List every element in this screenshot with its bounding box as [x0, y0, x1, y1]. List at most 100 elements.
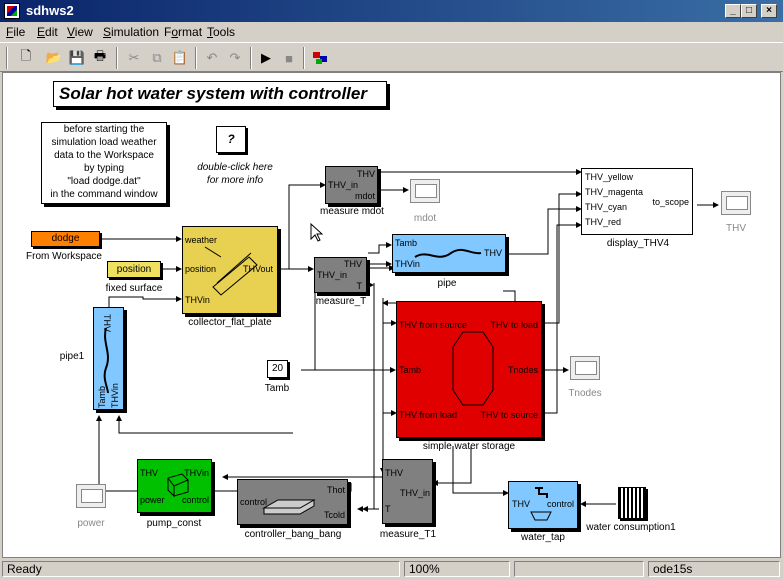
port-label: THV_magenta	[585, 187, 644, 197]
stop-simulation-icon[interactable]: ■	[279, 48, 299, 68]
tnodes-scope-label: Tnodes	[568, 388, 602, 399]
thv-scope-label: THV	[726, 223, 746, 234]
port-label: THV_cyan	[585, 202, 628, 212]
library-browser-icon[interactable]	[310, 48, 330, 68]
undo-icon[interactable]: ↶	[202, 48, 222, 68]
collector-label: collector_flat_plate	[188, 317, 272, 328]
start-simulation-icon[interactable]: ▶	[256, 48, 276, 68]
water-tap-block[interactable]: THV control	[508, 481, 578, 529]
measure-t1-block[interactable]: THV THV_in T	[382, 459, 433, 524]
measure-t-label: measure_T	[315, 296, 367, 307]
title-bar: sdhws2 _ □ ×	[0, 0, 783, 22]
port-label: T	[356, 281, 363, 291]
minimize-button[interactable]: _	[725, 4, 741, 18]
controller-icon	[262, 499, 316, 515]
close-button[interactable]: ×	[761, 4, 777, 18]
new-icon[interactable]: 🗋	[16, 48, 36, 68]
pipe1-block[interactable]: THV Tamb THVin	[93, 307, 124, 410]
tamb-label: Tamb	[264, 383, 290, 394]
redo-icon[interactable]: ↷	[225, 48, 245, 68]
pump-label: pump_const	[146, 518, 202, 529]
note-line: by typing	[83, 163, 125, 174]
status-bar: Ready 100% ode15s	[0, 559, 783, 580]
thv-scope[interactable]	[721, 191, 751, 215]
toolbar-separator	[195, 47, 197, 69]
port-label: THV_in	[328, 180, 359, 190]
water-consumption-block[interactable]	[618, 487, 646, 519]
collector-flat-plate-block[interactable]: weather position THVin THVout	[182, 226, 278, 314]
simulink-icon	[4, 3, 20, 19]
pipe-icon	[414, 248, 482, 258]
menu-bar: File Edit View Simulation Format Tools	[0, 22, 783, 42]
controller-label: controller_bang_bang	[244, 529, 342, 540]
note-line: in the command window	[50, 189, 158, 200]
port-label: mdot	[354, 191, 375, 201]
info-block[interactable]: ?	[216, 126, 246, 153]
menu-tools[interactable]: Tools	[207, 25, 235, 39]
port-label: THV	[357, 169, 375, 179]
pipe-icon	[103, 327, 109, 394]
toolbar-separator	[116, 47, 118, 69]
menu-view[interactable]: View	[67, 25, 93, 39]
display-thv4-label: display_THV4	[606, 238, 670, 249]
tamb-constant-block[interactable]: 20	[267, 360, 288, 378]
note-line: data to the Workspace	[54, 150, 154, 161]
mouse-cursor-icon	[310, 223, 324, 242]
print-icon[interactable]: 🖶	[90, 48, 110, 68]
pipe-block[interactable]: Tamb THVin THV	[392, 234, 506, 273]
port-label: T	[385, 504, 391, 514]
water-consumption-label: water consumption1	[586, 522, 676, 533]
cut-icon[interactable]: ✂	[124, 48, 144, 68]
from-workspace-block[interactable]: dodge	[31, 231, 100, 247]
menu-simulation[interactable]: Simulation	[103, 25, 159, 39]
measure-t-block[interactable]: THV THV_in T	[314, 257, 367, 293]
maximize-button[interactable]: □	[741, 4, 757, 18]
menu-format[interactable]: Format	[164, 25, 202, 39]
copy-icon[interactable]: ⧉	[147, 48, 167, 68]
fixed-surface-label: fixed surface	[105, 283, 163, 294]
port-label: to_scope	[652, 197, 689, 207]
solver-name: ode15s	[648, 561, 780, 577]
toolbar: 🗋 📂 💾 🖶 ✂ ⧉ 📋 ↶ ↷ ▶ ■	[0, 42, 783, 72]
info-text: double-click here	[197, 162, 273, 173]
info-text: for more info	[206, 175, 264, 186]
note-line: "load dodge.dat"	[67, 176, 141, 187]
save-icon[interactable]: 💾	[67, 48, 87, 68]
menu-edit[interactable]: Edit	[37, 25, 58, 39]
measure-mdot-block[interactable]: THV THV_in mdot	[325, 166, 378, 204]
status-empty	[514, 561, 644, 577]
paste-icon[interactable]: 📋	[170, 48, 190, 68]
tnodes-scope[interactable]	[570, 356, 600, 380]
tap-icon	[530, 487, 552, 521]
mdot-scope[interactable]	[410, 179, 440, 203]
port-label: THV	[385, 468, 403, 478]
diagram-title[interactable]: Solar hot water system with controller	[53, 81, 387, 107]
collector-icon	[204, 246, 258, 296]
power-scope-label: power	[77, 518, 105, 529]
power-scope[interactable]	[76, 484, 106, 508]
note-line: simulation load weather	[51, 137, 157, 148]
port-label: THV_in	[399, 488, 430, 498]
open-icon[interactable]: 📂	[44, 48, 64, 68]
port-label: THV_yellow	[585, 172, 634, 182]
controller-bang-bang-block[interactable]: control Thot Tcold	[237, 479, 348, 525]
menu-file[interactable]: File	[6, 25, 25, 39]
model-canvas[interactable]: Solar hot water system with controller b…	[2, 72, 781, 558]
note-line: before starting the	[63, 124, 145, 135]
port-label: THV_in	[317, 270, 348, 280]
port-label: THV_red	[585, 217, 622, 227]
tank-icon	[452, 331, 494, 406]
fixed-surface-block[interactable]: position	[107, 261, 161, 278]
water-tap-label: water_tap	[521, 532, 565, 543]
simple-water-storage-block[interactable]: THV from source THV to load Tamb Tnodes …	[396, 301, 542, 438]
storage-label: simple water storage	[422, 441, 516, 452]
measure-t1-label: measure_T1	[379, 529, 437, 540]
toolbar-separator	[250, 47, 252, 69]
pipe1-label: pipe1	[59, 351, 85, 362]
note-text-block[interactable]: before starting the simulation load weat…	[41, 122, 167, 204]
toolbar-separator	[303, 47, 305, 69]
pipe-label: pipe	[437, 278, 457, 289]
pump-const-block[interactable]: THV THVin power control	[137, 459, 212, 513]
window-title: sdhws2	[26, 3, 74, 18]
display-thv4-block[interactable]: THV_yellow THV_magenta THV_cyan THV_red …	[581, 168, 693, 235]
